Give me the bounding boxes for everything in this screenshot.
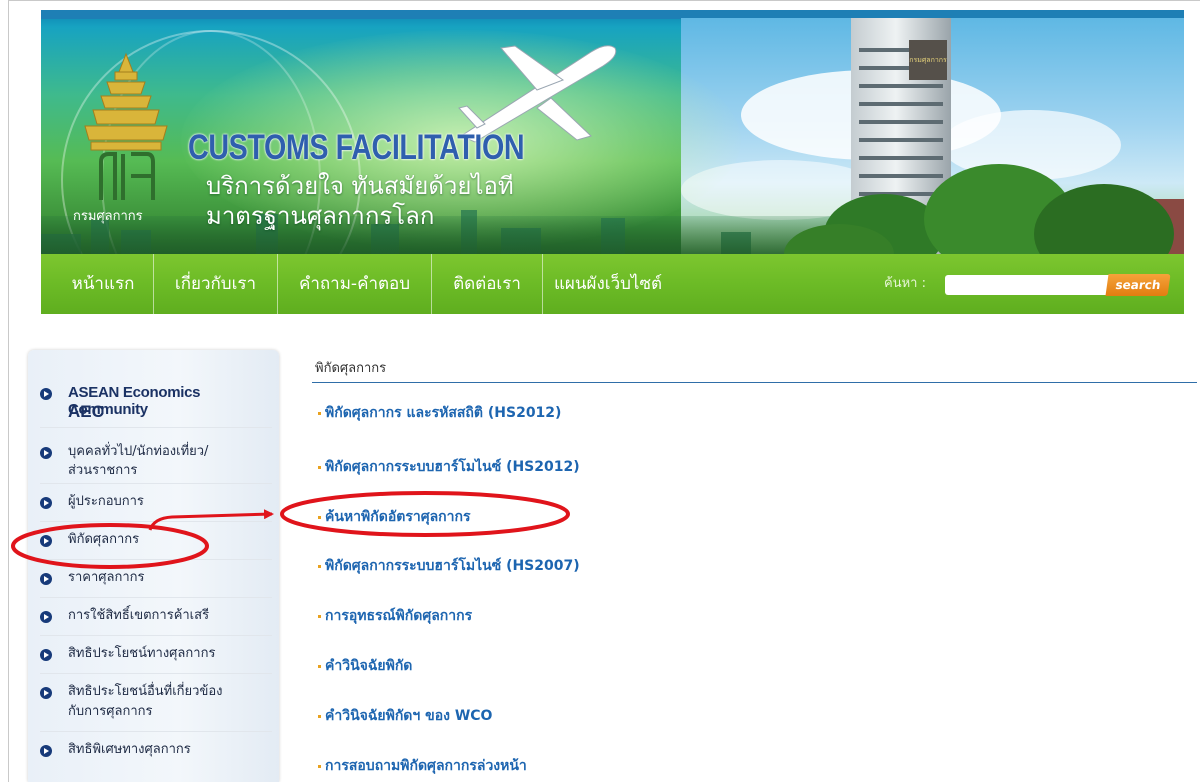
link-hs2012-harmonized[interactable]: พิกัดศุลกากรระบบฮาร์โมไนซ์ (HS2012) <box>318 456 580 478</box>
trees <box>784 134 1184 254</box>
aec-abbrev: AEC <box>68 402 104 421</box>
bullet-dot-icon <box>318 714 321 718</box>
sidebar-item-label: กับการศุลกากร <box>68 704 153 719</box>
bullet-arrow-icon <box>40 687 52 699</box>
sidebar-item-label: บุคคลทั่วไป/นักท่องเที่ยว/ <box>68 444 209 459</box>
banner-tagline-2: มาตรฐานศุลกากรโลก <box>206 202 435 230</box>
link-advance-ruling[interactable]: การสอบถามพิกัดศุลกากรล่วงหน้า <box>318 755 527 777</box>
sidebar-item-valuation[interactable]: ราคาศุลกากร <box>40 560 272 598</box>
bullet-arrow-icon <box>40 388 52 400</box>
nav-sitemap[interactable]: แผนผังเว็บไซต์ <box>543 254 673 314</box>
bullet-arrow-icon <box>40 611 52 623</box>
logo-caption: กรมศุลกากร <box>73 209 143 224</box>
link-tariff-search[interactable]: ค้นหาพิกัดอัตราศุลกากร <box>318 506 471 528</box>
bullet-arrow-icon <box>40 745 52 757</box>
search-label: ค้นหา : <box>884 276 926 291</box>
link-hs2012-stats[interactable]: พิกัดศุลกากร และรหัสสถิติ (HS2012) <box>318 402 561 424</box>
bullet-arrow-icon <box>40 573 52 585</box>
link-hs2007-harmonized[interactable]: พิกัดศุลกากรระบบฮาร์โมไนซ์ (HS2007) <box>318 555 580 577</box>
sidebar-item-aec[interactable]: ASEAN Economics Community AEC <box>40 350 272 428</box>
page-title: พิกัดศุลกากร <box>315 361 387 376</box>
sidebar-item-label: ส่วนราชการ <box>68 463 138 478</box>
sidebar-item-other-benefits[interactable]: สิทธิประโยชน์อื่นที่เกี่ยวข้อง กับการศุล… <box>40 674 272 732</box>
sidebar-item-label: สิทธิประโยชน์ทางศุลกากร <box>68 646 216 661</box>
search-input[interactable] <box>945 275 1111 295</box>
bullet-dot-icon <box>318 465 321 469</box>
bullet-arrow-icon <box>40 649 52 661</box>
main-navigation: หน้าแรก เกี่ยวกับเรา คำถาม-คำตอบ ติดต่อเ… <box>41 254 1184 314</box>
sidebar-item-label: การใช้สิทธิ์เขตการค้าเสรี <box>68 608 210 623</box>
nav-faq[interactable]: คำถาม-คำตอบ <box>278 254 431 314</box>
bullet-dot-icon <box>318 411 321 415</box>
sidebar-item-label: ผู้ประกอบการ <box>68 494 144 509</box>
search-button[interactable]: search <box>1105 274 1171 296</box>
nav-home[interactable]: หน้าแรก <box>53 254 153 314</box>
title-divider <box>312 382 1197 383</box>
link-wco-rulings[interactable]: คำวินิจฉัยพิกัดฯ ของ WCO <box>318 705 492 727</box>
sidebar-item-operators[interactable]: ผู้ประกอบการ <box>40 484 272 522</box>
bullet-dot-icon <box>318 614 321 618</box>
customs-emblem-icon <box>84 52 168 200</box>
bullet-arrow-icon <box>40 535 52 547</box>
sidebar-item-fta[interactable]: การใช้สิทธิ์เขตการค้าเสรี <box>40 598 272 636</box>
link-tariff-rulings[interactable]: คำวินิจฉัยพิกัด <box>318 655 412 677</box>
sidebar-item-tariff[interactable]: พิกัดศุลกากร <box>40 522 272 560</box>
sidebar-item-label: พิกัดศุลกากร <box>68 532 140 547</box>
building-sign: กรมศุลกากร <box>909 40 947 80</box>
link-tariff-appeal[interactable]: การอุทธรณ์พิกัดศุลกากร <box>318 605 472 627</box>
sidebar-item-customs-benefits[interactable]: สิทธิประโยชน์ทางศุลกากร <box>40 636 272 674</box>
bullet-dot-icon <box>318 764 321 768</box>
sidebar-item-label: สิทธิพิเศษทางศุลกากร <box>68 742 191 757</box>
nav-contact[interactable]: ติดต่อเรา <box>432 254 542 314</box>
sidebar-item-label: สิทธิประโยชน์อื่นที่เกี่ยวข้อง <box>68 684 223 699</box>
bullet-dot-icon <box>318 564 321 568</box>
bullet-dot-icon <box>318 515 321 519</box>
sidebar-item-label: ราคาศุลกากร <box>68 570 145 585</box>
nav-about[interactable]: เกี่ยวกับเรา <box>154 254 277 314</box>
sidebar-menu: ASEAN Economics Community AEC บุคคลทั่วไ… <box>28 350 279 782</box>
bullet-arrow-icon <box>40 497 52 509</box>
banner-title: CUSTOMS FACILITATION <box>188 128 525 167</box>
sidebar-item-public[interactable]: บุคคลทั่วไป/นักท่องเที่ยว/ ส่วนราชการ <box>40 428 272 484</box>
site-banner: กรมศุลกากร กรมศุลกากร CUSTOMS FACILITATI… <box>41 10 1184 254</box>
bullet-dot-icon <box>318 664 321 668</box>
bullet-arrow-icon <box>40 447 52 459</box>
sidebar-item-privileges[interactable]: สิทธิพิเศษทางศุลกากร <box>40 732 272 770</box>
